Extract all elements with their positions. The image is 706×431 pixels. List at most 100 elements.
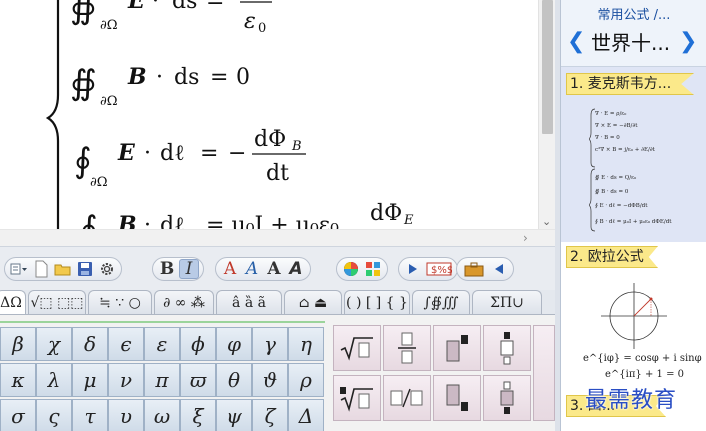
greek-symbol-button[interactable]: ϵ	[108, 327, 144, 361]
greek-symbol-button[interactable]: σ	[0, 399, 36, 431]
greek-symbol-button[interactable]: β	[0, 327, 36, 361]
greek-symbol-button[interactable]: ζ	[252, 399, 288, 431]
denominator: dt	[266, 161, 289, 186]
svg-text:$%$: $%$	[431, 265, 452, 276]
chevron-right-icon[interactable]: ❯	[679, 30, 697, 54]
greek-symbol-button[interactable]: ψ	[216, 399, 252, 431]
font-italic-style-button[interactable]: A	[242, 259, 262, 279]
watermark-logo: 最需教育	[585, 388, 678, 413]
tab-integrals[interactable]: ∫∯∭	[412, 290, 470, 314]
greek-symbol-button[interactable]: ϖ	[180, 363, 216, 397]
equals-sign: =	[206, 0, 224, 14]
italic-button[interactable]: I	[179, 259, 199, 279]
greek-symbol-button[interactable]: ϑ	[252, 363, 288, 397]
tab-greek[interactable]: ΔΩ	[0, 290, 26, 314]
color-wheel-icon[interactable]	[341, 259, 361, 279]
greek-symbol-button[interactable]: φ	[216, 327, 252, 361]
field-symbol: E	[127, 0, 146, 14]
save-icon[interactable]	[75, 259, 95, 279]
greek-symbol-button[interactable]: ω	[144, 399, 180, 431]
field-symbol: B	[127, 64, 147, 90]
symbol-palette: βχδϵεϕφγη κλμνπϖθϑρ σςτυωξψζΔ	[0, 314, 555, 431]
font-toolbar-group: A A A A	[215, 257, 311, 281]
greek-symbol-button[interactable]: υ	[108, 399, 144, 431]
differential: dℓ	[160, 213, 185, 229]
category-breadcrumb[interactable]: 常用公式 /...	[561, 4, 706, 23]
tab-roots-fractions[interactable]: √⬚ ⬚⬚	[28, 290, 86, 314]
svg-text:∇ · B = 0: ∇ · B = 0	[595, 135, 620, 141]
scroll-thumb[interactable]	[542, 0, 553, 134]
stacked-template-button[interactable]	[483, 375, 531, 421]
variable-toolbar-group: $%$	[398, 257, 458, 281]
formatting-toolbar: B I A A A A $%$	[0, 246, 555, 290]
settings-gear-icon[interactable]	[97, 259, 117, 279]
toolbox-icon[interactable]	[461, 259, 487, 279]
tab-arrows-decor[interactable]: ⌂ ⏏	[284, 290, 342, 314]
variable-box-icon[interactable]: $%$	[425, 259, 453, 279]
greek-symbol-button[interactable]: κ	[0, 363, 36, 397]
fraction-template-button[interactable]	[383, 325, 431, 371]
list-item-maxwell[interactable]: 1. 麦克斯韦方... ∇ · E = ρ/ε₀ ∇ × E = −∂B/∂t …	[561, 67, 706, 242]
play-left-icon[interactable]	[489, 259, 509, 279]
greek-symbol-button[interactable]: ξ	[180, 399, 216, 431]
tab-operators[interactable]: ∂ ∞ ⁂	[154, 290, 214, 314]
nth-root-template-button[interactable]	[333, 375, 381, 421]
greek-symbol-button[interactable]: π	[144, 363, 180, 397]
file-toolbar-group	[4, 257, 122, 281]
bold-button[interactable]: B	[157, 259, 177, 279]
formula-canvas[interactable]: ∯ ∂Ω E · ds = ε 0 ∯ ∂Ω B · ds = 0 ∮ ∂Ω E…	[0, 0, 538, 229]
template-overflow-column[interactable]	[533, 325, 555, 421]
svg-text:∯ B · ds = 0: ∯ B · ds = 0	[595, 188, 629, 195]
open-folder-icon[interactable]	[53, 259, 73, 279]
euler-formula-line-2: e^{iπ} + 1 = 0	[605, 369, 684, 380]
greek-symbol-button[interactable]: Δ	[288, 399, 324, 431]
system-brace	[45, 0, 60, 229]
slash-fraction-template-button[interactable]	[383, 375, 431, 421]
field-symbol: E	[117, 140, 136, 166]
scroll-down-icon[interactable]: ⌄	[542, 216, 551, 227]
greek-symbol-button[interactable]: ρ	[288, 363, 324, 397]
greek-symbol-button[interactable]: μ	[72, 363, 108, 397]
format-dropdown-icon[interactable]	[9, 259, 29, 279]
minus-sign: −	[228, 141, 246, 166]
dot-operator: ·	[152, 0, 159, 14]
tab-brackets[interactable]: ( ) [ ] { }	[344, 290, 410, 314]
editor-horizontal-scrollbar[interactable]: ›	[0, 229, 555, 246]
font-color-button[interactable]: A	[220, 259, 240, 279]
sqrt-template-button[interactable]	[333, 325, 381, 371]
color-toolbar-group	[336, 257, 388, 281]
greek-symbol-button[interactable]: ε	[144, 327, 180, 361]
greek-symbol-button[interactable]: η	[288, 327, 324, 361]
list-item-euler[interactable]: 2. 欧拉公式 e^{iφ} = cosφ + i sinφ e^{iπ} + …	[561, 243, 706, 391]
color-grid-icon[interactable]	[363, 259, 383, 279]
font-serif-button[interactable]: A	[264, 259, 284, 279]
greek-symbol-button[interactable]: ϕ	[180, 327, 216, 361]
greek-symbol-button[interactable]: γ	[252, 327, 288, 361]
greek-symbol-button[interactable]: χ	[36, 327, 72, 361]
greek-symbol-button[interactable]: τ	[72, 399, 108, 431]
greek-symbol-button[interactable]: δ	[72, 327, 108, 361]
surface-integral-symbol: ∯	[70, 0, 97, 27]
font-bold-button[interactable]: A	[286, 259, 306, 279]
integral-subscript: ∂Ω	[100, 94, 118, 109]
over-under-template-button[interactable]	[483, 325, 531, 371]
scroll-right-icon[interactable]: ›	[523, 231, 528, 245]
greek-symbol-button[interactable]: ς	[36, 399, 72, 431]
greek-symbol-button[interactable]: λ	[36, 363, 72, 397]
chevron-left-icon[interactable]: ❮	[567, 30, 585, 54]
template-grid	[333, 321, 555, 431]
greek-symbol-button[interactable]: θ	[216, 363, 252, 397]
subscript-template-button[interactable]	[433, 375, 481, 421]
superscript-template-button[interactable]	[433, 325, 481, 371]
new-document-icon[interactable]	[31, 259, 51, 279]
integral-subscript: ∂Ω	[90, 175, 108, 190]
tab-accents[interactable]: â ȁ ã	[216, 290, 282, 314]
tab-sums-products[interactable]: ΣΠ∪	[472, 290, 542, 314]
play-right-icon[interactable]	[403, 259, 423, 279]
differential: dℓ	[160, 141, 185, 166]
tab-relations[interactable]: ≒ ∵ ○	[88, 290, 152, 314]
toolbox-toolbar-group	[456, 257, 514, 281]
library-navigation: ❮ 世界十... ❯	[561, 28, 706, 58]
greek-symbol-button[interactable]: ν	[108, 363, 144, 397]
editor-vertical-scrollbar[interactable]: ⌄	[538, 0, 555, 229]
